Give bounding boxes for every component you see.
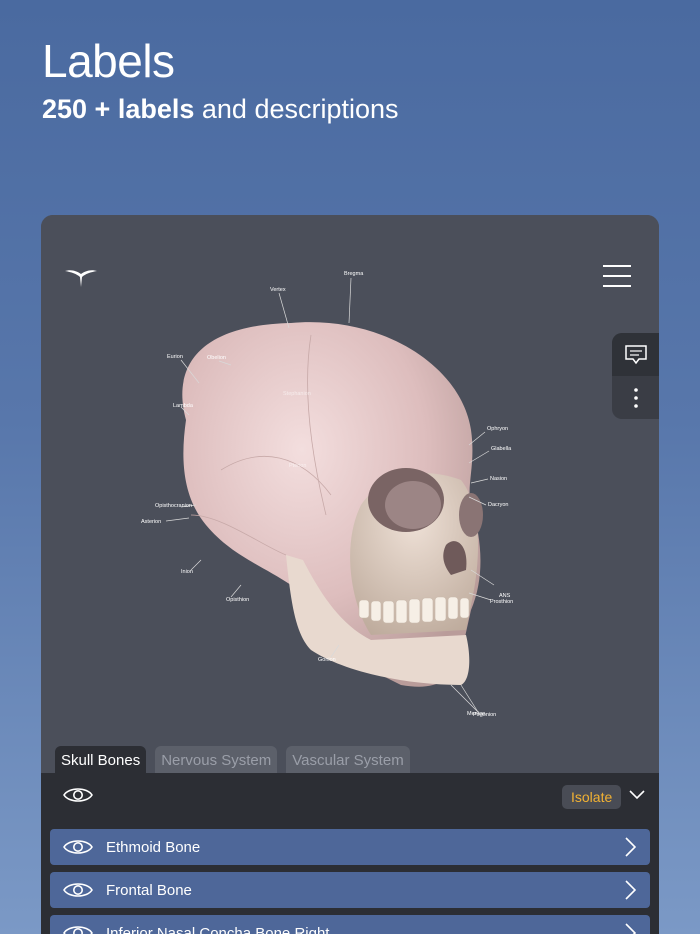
skull-label-bregma[interactable]: Bregma	[344, 271, 364, 277]
chevron-down-icon	[629, 790, 645, 800]
skull-label-glabella[interactable]: Glabella	[491, 446, 512, 452]
bone-list: Ethmoid Bone Frontal Bone Inferior Nasal…	[41, 825, 659, 934]
skull-label-gonion[interactable]: Gonion	[318, 657, 336, 663]
list-item-label: Inferior Nasal Concha Bone Right	[106, 924, 330, 934]
comment-button[interactable]	[612, 333, 659, 376]
side-panel	[612, 333, 659, 419]
chevron-right-icon	[625, 923, 636, 934]
list-item[interactable]: Frontal Bone	[50, 872, 650, 908]
toggle-visibility-all-button[interactable]	[63, 785, 93, 810]
hamburger-menu-icon[interactable]	[603, 265, 633, 289]
tab-nervous-system[interactable]: Nervous System	[155, 746, 278, 774]
more-vertical-icon	[633, 387, 638, 408]
more-button[interactable]	[612, 376, 659, 419]
skull-label-dacryon[interactable]: Dacryon	[488, 502, 508, 508]
brand-logo-icon	[65, 270, 97, 287]
subheadline-strong: 250 + labels	[42, 94, 195, 124]
chevron-right-icon	[625, 880, 636, 900]
tab-vascular-system[interactable]: Vascular System	[286, 746, 410, 774]
page-headline: Labels	[42, 35, 175, 87]
skull-label-pterion[interactable]: Pterion	[289, 463, 306, 469]
skull-label-eurion[interactable]: Eurion	[167, 354, 183, 360]
skull-label-lambda[interactable]: Lambda	[173, 403, 194, 409]
subheadline-rest: and descriptions	[201, 94, 399, 124]
skull-model[interactable]: Bregma Vertex Eurion Obelion Lambda Ophr…	[41, 215, 659, 773]
skull-label-opisthion[interactable]: Opisthion	[226, 597, 249, 603]
eye-icon[interactable]	[63, 880, 93, 900]
list-item-label: Ethmoid Bone	[106, 838, 201, 856]
skull-label-opisthocranion[interactable]: Opisthocranion	[155, 503, 192, 509]
collapse-list-button[interactable]	[628, 787, 646, 805]
skull-label-stephanion[interactable]: Stephanion	[283, 391, 311, 397]
skull-label-nasion[interactable]: Nasion	[490, 476, 507, 482]
skull-label-ophryon[interactable]: Ophryon	[487, 426, 508, 432]
skull-label-inion[interactable]: Inion	[181, 569, 193, 575]
skull-label-asterion[interactable]: Asterion	[141, 519, 161, 525]
chevron-right-icon	[625, 837, 636, 857]
skull-label-pogonion[interactable]: Pogonion	[473, 712, 496, 718]
eye-icon[interactable]	[63, 923, 93, 934]
eye-icon[interactable]	[63, 837, 93, 857]
page-subheadline: 250 + labels and descriptions	[42, 94, 399, 125]
eye-icon	[63, 788, 93, 802]
category-tabs: Skull Bones Nervous System Vascular Syst…	[55, 746, 410, 774]
skull-label-obelion[interactable]: Obelion	[207, 355, 226, 361]
app-screen: Bregma Vertex Eurion Obelion Lambda Ophr…	[41, 215, 659, 934]
skull-label-prosthion[interactable]: Prosthion	[490, 599, 513, 605]
comment-icon	[624, 344, 647, 364]
tab-skull-bones[interactable]: Skull Bones	[55, 746, 147, 774]
list-controls: Isolate	[41, 773, 659, 825]
skull-label-vertex[interactable]: Vertex	[270, 287, 286, 293]
list-item-label: Frontal Bone	[106, 881, 192, 899]
isolate-button[interactable]: Isolate	[562, 785, 622, 809]
list-item[interactable]: Inferior Nasal Concha Bone Right	[50, 915, 650, 934]
list-item[interactable]: Ethmoid Bone	[50, 829, 650, 865]
3d-viewport[interactable]: Bregma Vertex Eurion Obelion Lambda Ophr…	[41, 215, 659, 774]
